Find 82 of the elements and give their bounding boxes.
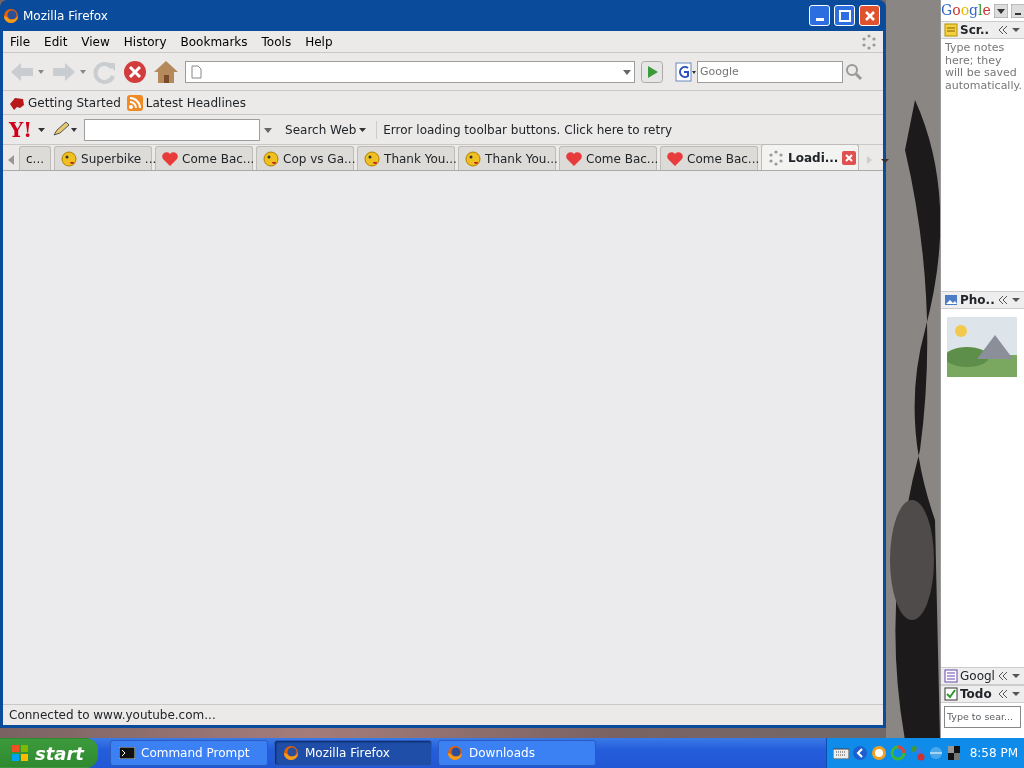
heart-icon	[566, 150, 583, 167]
tab[interactable]: Loadi...	[761, 144, 860, 170]
tab[interactable]: Thank You...	[458, 146, 557, 170]
menu-item[interactable]: Edit	[37, 32, 75, 51]
expand-tray-icon[interactable]	[851, 745, 868, 761]
taskbar-button[interactable]: Mozilla Firefox	[274, 740, 432, 766]
checkbox-icon	[944, 687, 958, 701]
dropdown-icon[interactable]	[993, 3, 1008, 18]
search-field[interactable]: Type to sear...	[944, 706, 1021, 729]
menu-item[interactable]: File	[3, 32, 38, 51]
address-field[interactable]	[185, 60, 635, 83]
google-logo: Google	[941, 1, 991, 20]
tab[interactable]: Superbike ...	[54, 146, 153, 170]
photo-icon	[944, 293, 958, 307]
tab[interactable]: Come Bac...	[660, 146, 759, 170]
menu-item[interactable]: History	[116, 32, 174, 51]
tab-close-icon[interactable]	[842, 150, 857, 165]
collapse-icon[interactable]	[997, 295, 1009, 305]
google-engine-icon[interactable]	[675, 61, 697, 82]
heart-icon	[667, 150, 684, 167]
minimize-icon	[815, 18, 824, 21]
bookmark[interactable]: Getting Started	[9, 93, 121, 112]
home-icon[interactable]	[153, 59, 179, 84]
close-icon	[863, 9, 876, 22]
clock: 8:58 PM	[969, 745, 1018, 762]
close-button[interactable]	[859, 5, 880, 26]
pencil-icon[interactable]	[52, 120, 79, 139]
maximize-icon	[838, 9, 851, 22]
tab[interactable]: Thank You...	[357, 146, 456, 170]
page-icon	[190, 64, 202, 79]
search-web-button[interactable]: Search Web	[282, 120, 371, 139]
collapse-icon[interactable]	[997, 25, 1009, 35]
menu-item[interactable]: View	[74, 32, 117, 51]
notes-icon	[944, 23, 958, 37]
dropdown-icon[interactable]	[1011, 295, 1021, 305]
gadget-header[interactable]: Scr..	[941, 21, 1024, 39]
tab[interactable]: Come Bac...	[559, 146, 658, 170]
gadget-header[interactable]: Todo	[941, 685, 1024, 703]
firefox-icon	[447, 745, 463, 761]
minimize-button[interactable]	[809, 5, 830, 26]
list-icon	[944, 669, 958, 683]
collapse-icon[interactable]	[997, 671, 1009, 681]
loading-icon	[768, 149, 785, 166]
heart-icon	[162, 150, 179, 167]
taskbar-button[interactable]: Downloads	[438, 740, 596, 766]
smiley-icon	[364, 150, 381, 167]
throbber-icon	[861, 33, 877, 50]
bookmark[interactable]: Latest Headlines	[126, 93, 246, 112]
toolbar-search-field[interactable]	[84, 118, 261, 141]
collapse-icon[interactable]	[997, 689, 1009, 699]
minimize-icon[interactable]	[1010, 3, 1024, 18]
console-icon	[119, 747, 135, 759]
gadget-header[interactable]: Googl	[941, 667, 1024, 685]
tray-app-icon[interactable]	[946, 745, 961, 761]
tab[interactable]: Cop vs Ga...	[256, 146, 355, 170]
tab[interactable]: c...	[19, 146, 52, 170]
windows-logo-icon	[11, 744, 29, 762]
menu-item[interactable]: Help	[298, 32, 340, 51]
start-button[interactable]: start	[0, 738, 98, 768]
taskbar-button[interactable]: Command Prompt	[110, 740, 268, 766]
maximize-button[interactable]	[834, 5, 855, 26]
window-title: Mozilla Firefox	[23, 7, 109, 25]
notes-text[interactable]: Type notes here; they will be saved automatically.	[945, 42, 1020, 93]
menu-item[interactable]: Tools	[254, 32, 299, 51]
status-text: Connected to www.youtube.com...	[9, 707, 216, 724]
menu-item[interactable]: Bookmarks	[173, 32, 255, 51]
go-icon[interactable]	[641, 60, 663, 83]
search-field[interactable]: Google	[697, 60, 843, 83]
firefox-icon	[3, 7, 19, 24]
tab[interactable]: Come Bac...	[155, 146, 254, 170]
firefox-icon	[283, 745, 299, 761]
smiley-icon	[465, 150, 482, 167]
stop-icon[interactable]	[123, 59, 147, 84]
dropdown-icon[interactable]	[1011, 25, 1021, 35]
feed-icon	[126, 94, 143, 111]
yahoo-logo[interactable]: Y!	[9, 119, 33, 140]
smiley-icon	[263, 150, 280, 167]
smiley-icon	[61, 150, 78, 167]
gadget-header[interactable]: Pho..	[941, 291, 1024, 309]
error-retry-link[interactable]: Error loading toolbar buttons. Click here to retry	[376, 120, 673, 139]
tray-app-icon[interactable]	[870, 745, 887, 761]
keyboard-icon[interactable]	[832, 747, 849, 759]
